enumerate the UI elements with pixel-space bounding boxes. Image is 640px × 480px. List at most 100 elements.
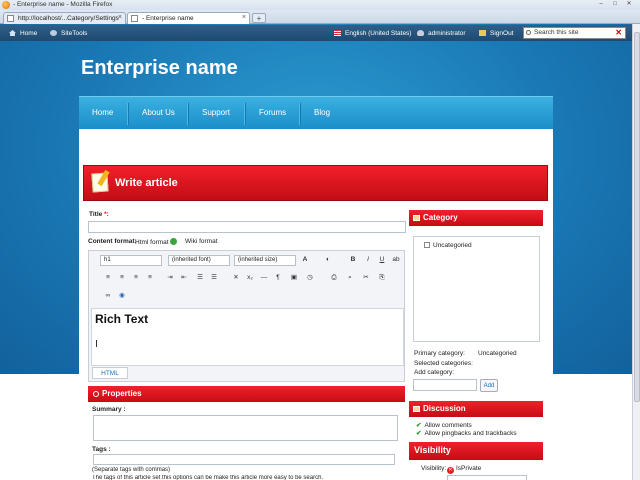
editor-content-text: Rich Text	[95, 312, 149, 326]
visibility-value[interactable]: ✕ IsPrivate	[447, 465, 481, 474]
write-article-header: Write article	[83, 165, 548, 201]
align-right-icon[interactable]: ≡	[131, 273, 141, 283]
horizontal-rule-icon[interactable]: —	[259, 273, 269, 283]
font-color-icon[interactable]: A	[300, 255, 310, 265]
collapse-icon[interactable]	[93, 391, 99, 397]
site-search-input[interactable]: Search this site ✕	[523, 27, 626, 39]
title-label-text: Title	[89, 211, 103, 218]
write-article-title: Write article	[115, 177, 178, 189]
close-tab-icon[interactable]: ×	[242, 14, 246, 21]
subscript-icon[interactable]: x₂	[245, 273, 255, 283]
bullet-list-icon[interactable]: ☰	[209, 273, 219, 283]
maximize-icon[interactable]: □	[610, 1, 620, 8]
folder-icon	[413, 215, 420, 221]
nav-blog[interactable]: Blog	[314, 108, 330, 117]
cut-icon[interactable]: ✂	[361, 273, 371, 283]
print-icon[interactable]: ⎙	[329, 273, 339, 283]
new-tab-button[interactable]: +	[252, 13, 266, 23]
text-caret	[96, 340, 97, 347]
justify-icon[interactable]: ≡	[145, 273, 155, 283]
category-item-label: Uncategoried	[433, 242, 472, 249]
block-format-select[interactable]: h1	[100, 255, 162, 266]
clear-search-icon[interactable]: ✕	[615, 28, 622, 38]
primary-category-value: Uncategoried	[478, 350, 517, 357]
tags-input[interactable]	[93, 454, 395, 465]
nav-home[interactable]: Home	[92, 108, 113, 117]
size-select[interactable]: (inherited size)	[234, 255, 296, 266]
insert-time-icon[interactable]: ◷	[305, 273, 315, 283]
search-placeholder: Search this site	[534, 29, 579, 36]
paste-icon[interactable]: ⎘	[377, 273, 387, 283]
format-wiki-option[interactable]: Wiki format	[185, 238, 218, 245]
site-title[interactable]: Enterprise name	[81, 57, 238, 80]
allow-comments-label: Allow comments	[424, 422, 472, 429]
summary-input[interactable]	[93, 415, 398, 441]
category-checkbox[interactable]	[424, 242, 430, 248]
discussion-header[interactable]: Discussion	[409, 401, 543, 417]
bold-icon[interactable]: B	[348, 255, 358, 265]
checkmark-icon: ✔	[416, 422, 422, 429]
italic-icon[interactable]: I	[363, 255, 373, 265]
nav-divider	[299, 103, 300, 125]
font-select[interactable]: (inherited font)	[168, 255, 230, 266]
remove-format-icon[interactable]: ✕	[231, 273, 241, 283]
signout-link[interactable]: SignOut	[479, 28, 514, 39]
link-icon[interactable]: ∞	[103, 291, 113, 301]
format-html-option[interactable]: Html format	[135, 238, 178, 246]
home-label: Home	[20, 30, 38, 37]
title-label: Title *:	[89, 211, 109, 218]
browser-tab-settings[interactable]: http://localhost/...Category/Settings ×	[3, 12, 126, 24]
nav-divider	[127, 103, 128, 125]
category-item[interactable]: Uncategoried	[424, 242, 472, 249]
admin-sitetools-link[interactable]: SiteTools	[50, 28, 87, 39]
close-window-icon[interactable]: ✕	[624, 1, 634, 8]
category-header[interactable]: Category	[409, 210, 543, 226]
align-center-icon[interactable]: ≡	[117, 273, 127, 283]
checkmark-icon: ✔	[416, 430, 422, 437]
insert-image-icon[interactable]: ▣	[289, 273, 299, 283]
editor-toolbar-row-2: ≡ ≡ ≡ ≡ ⇥ ⇤ ☰ ☰ ✕ x₂ — ¶ ▣ ◷ ⎙ ⌕ ✂ ⎘	[93, 273, 398, 285]
user-link[interactable]: administrator	[417, 28, 466, 39]
category-title: Category	[423, 213, 458, 222]
vertical-scrollbar[interactable]	[632, 24, 640, 480]
admin-home-link[interactable]: Home	[9, 28, 37, 39]
summary-label: Summary :	[92, 406, 126, 413]
visibility-select[interactable]	[447, 475, 527, 480]
close-tab-icon[interactable]: ×	[118, 14, 122, 21]
selected-categories-label: Selected categories:	[414, 360, 473, 367]
nav-about-us[interactable]: About Us	[142, 108, 175, 117]
visibility-title: Visibility	[414, 445, 451, 455]
editor-content-area[interactable]: Rich Text	[91, 308, 404, 366]
find-icon[interactable]: ⌕	[345, 273, 355, 283]
allow-comments-option[interactable]: ✔ Allow comments	[416, 421, 472, 429]
category-list: Uncategoried	[413, 236, 540, 342]
private-icon: ✕	[447, 467, 454, 474]
visibility-header[interactable]: Visibility	[409, 442, 543, 460]
allow-pingbacks-option[interactable]: ✔ Allow pingbacks and trackbacks	[416, 429, 517, 437]
ordered-list-icon[interactable]: ☰	[195, 273, 205, 283]
outdent-icon[interactable]: ⇤	[179, 273, 189, 283]
paragraph-icon[interactable]: ¶	[273, 273, 283, 283]
browser-tab-enterprise[interactable]: - Enterprise name ×	[127, 12, 250, 24]
indent-icon[interactable]: ⇥	[165, 273, 175, 283]
underline-icon[interactable]: U	[377, 255, 387, 265]
html-view-tab[interactable]: HTML	[92, 367, 128, 379]
strikethrough-icon[interactable]: ab	[391, 255, 401, 265]
insert-media-icon[interactable]: ◉	[117, 291, 127, 301]
page-icon	[131, 15, 138, 22]
add-category-button[interactable]: Add	[480, 379, 498, 392]
firefox-icon	[2, 1, 10, 9]
scrollbar-thumb[interactable]	[634, 32, 640, 402]
properties-header[interactable]: Properties	[88, 386, 405, 402]
align-left-icon[interactable]: ≡	[103, 273, 113, 283]
minimize-icon[interactable]: –	[596, 1, 606, 8]
user-icon	[417, 30, 424, 36]
title-input[interactable]	[88, 221, 406, 233]
nav-support[interactable]: Support	[202, 108, 230, 117]
nav-forums[interactable]: Forums	[259, 108, 286, 117]
language-selector[interactable]: English (United States)	[334, 28, 411, 39]
highlight-icon[interactable]: ◐	[323, 255, 333, 265]
format-html-label: Html format	[135, 239, 169, 246]
add-category-input[interactable]	[413, 379, 477, 391]
nav-divider	[244, 103, 245, 125]
